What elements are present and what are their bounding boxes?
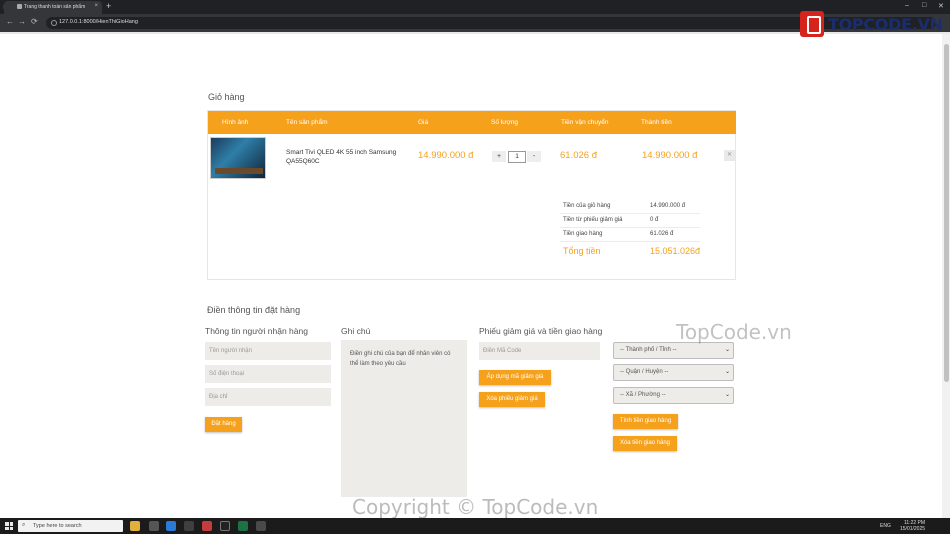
- page-favicon-icon: [17, 4, 22, 9]
- qty-minus-button[interactable]: -: [527, 151, 541, 162]
- app-icon[interactable]: [184, 521, 194, 531]
- header-name: Tên sản phẩm: [286, 119, 328, 126]
- summary-shipping-label: Tiền giao hàng: [563, 231, 603, 237]
- scrollbar-thumb[interactable]: [944, 44, 949, 382]
- close-window-icon[interactable]: ✕: [938, 2, 944, 10]
- minimize-icon[interactable]: –: [905, 2, 909, 9]
- header-shipping: Tiền vận chuyển: [561, 119, 609, 126]
- product-shipping: 61.026 đ: [560, 150, 597, 161]
- ward-select[interactable]: -- Xã / Phường -- ⌄: [613, 387, 734, 404]
- summary-total-label: Tổng tiền: [563, 246, 601, 256]
- windows-taskbar: ⌕ Type here to search ENG 11:22 PM 15/01…: [0, 518, 950, 534]
- summary-divider: [560, 213, 700, 214]
- district-select[interactable]: -- Quận / Huyện -- ⌄: [613, 364, 734, 381]
- phone-input[interactable]: Số điện thoại: [205, 365, 331, 383]
- logo-shield-icon: [800, 11, 824, 37]
- chrome-icon[interactable]: [149, 521, 159, 531]
- terminal-icon[interactable]: [220, 521, 230, 531]
- chevron-down-icon: ⌄: [724, 369, 730, 375]
- summary-total-value: 15.051.026đ: [650, 246, 701, 256]
- header-price: Giá: [418, 119, 429, 126]
- topcode-logo: TOPCODE.VN: [800, 10, 943, 38]
- cart-title: Giỏ hàng: [208, 92, 245, 102]
- reload-icon[interactable]: ⟳: [31, 17, 38, 26]
- vscode-icon[interactable]: [166, 521, 176, 531]
- product-subtotal: 14.990.000 đ: [642, 150, 698, 161]
- watermark-right: TopCode.vn: [676, 320, 792, 344]
- recipient-name-input[interactable]: Tên người nhận: [205, 342, 331, 360]
- calc-shipping-button[interactable]: Tính tiền giao hàng: [613, 414, 678, 429]
- apply-voucher-button[interactable]: Áp dụng mã giảm giá: [479, 370, 551, 385]
- summary-divider: [560, 241, 700, 242]
- url-text[interactable]: 127.0.0.1:8000/HienThiGioHang: [59, 19, 138, 25]
- summary-shipping-value: 61.026 đ: [650, 231, 674, 237]
- browser-tab[interactable]: Trang thanh toán sản phẩm ×: [4, 1, 102, 14]
- summary-divider: [560, 227, 700, 228]
- chevron-down-icon: ⌄: [724, 392, 730, 398]
- windows-start-icon[interactable]: [5, 522, 13, 530]
- clock[interactable]: 11:22 PM 15/01/2025: [900, 520, 925, 532]
- qty-input[interactable]: 1: [508, 151, 526, 163]
- remove-shipping-button[interactable]: Xóa tiền giao hàng: [613, 436, 677, 451]
- taskbar-search[interactable]: ⌕ Type here to search: [18, 520, 123, 532]
- app-icon[interactable]: [256, 521, 266, 531]
- header-image: Hình ảnh: [222, 119, 249, 126]
- recipient-title: Thông tin người nhận hàng: [205, 326, 308, 336]
- district-select-value: -- Quận / Huyện --: [620, 369, 669, 375]
- logo-text: TOPCODE.VN: [828, 14, 943, 34]
- chevron-down-icon: ⌄: [724, 347, 730, 353]
- excel-icon[interactable]: [238, 521, 248, 531]
- language-indicator[interactable]: ENG: [880, 523, 891, 529]
- product-name[interactable]: Smart Tivi QLED 4K 55 inch Samsung QA55Q…: [286, 148, 401, 166]
- taskbar-search-placeholder: Type here to search: [33, 523, 82, 529]
- remove-item-button[interactable]: ✕: [724, 150, 735, 161]
- watermark-bottom: Copyright © TopCode.vn: [352, 495, 599, 519]
- forward-icon[interactable]: →: [18, 17, 26, 26]
- voucher-code-input[interactable]: Điền Mã Code: [479, 342, 600, 360]
- note-title: Ghi chú: [341, 326, 371, 336]
- cart-table-header: Hình ảnh Tên sản phẩm Giá Số lượng Tiền …: [208, 111, 736, 134]
- search-icon: ⌕: [22, 522, 26, 528]
- app-icon[interactable]: [202, 521, 212, 531]
- place-order-button[interactable]: Đặt hàng: [205, 417, 242, 432]
- clock-date: 15/01/2025: [900, 526, 926, 532]
- product-image[interactable]: [210, 137, 266, 179]
- address-input[interactable]: Địa chỉ: [205, 388, 331, 406]
- summary-cart-label: Tiền của giỏ hàng: [563, 203, 611, 209]
- summary-voucher-value: 0 đ: [650, 217, 659, 223]
- header-subtotal: Thành tiền: [641, 119, 672, 126]
- summary-voucher-label: Tiền từ phiếu giảm giá: [563, 217, 623, 223]
- note-textarea[interactable]: Điền ghi chú của bạn để nhân viên có thể…: [341, 340, 467, 497]
- tab-close-icon[interactable]: ×: [94, 3, 98, 9]
- summary-cart-value: 14.990.000 đ: [650, 203, 686, 209]
- city-select-value: -- Thành phố / Tỉnh --: [620, 347, 677, 353]
- back-icon[interactable]: ←: [6, 17, 14, 26]
- tab-title: Trang thanh toán sản phẩm: [24, 4, 86, 10]
- site-info-icon[interactable]: [51, 20, 57, 26]
- ward-select-value: -- Xã / Phường --: [620, 392, 666, 398]
- file-explorer-icon[interactable]: [130, 521, 140, 531]
- maximize-icon[interactable]: □: [922, 2, 926, 9]
- header-quantity: Số lượng: [491, 119, 519, 126]
- voucher-title: Phiếu giảm giá và tiền giao hàng: [479, 326, 603, 336]
- qty-plus-button[interactable]: +: [492, 151, 506, 162]
- remove-voucher-button[interactable]: Xóa phiếu giảm giá: [479, 392, 545, 407]
- product-price: 14.990.000 đ: [418, 150, 474, 161]
- new-tab-button[interactable]: +: [106, 1, 111, 11]
- order-title: Điền thông tin đặt hàng: [207, 305, 301, 315]
- city-select[interactable]: -- Thành phố / Tỉnh -- ⌄: [613, 342, 734, 359]
